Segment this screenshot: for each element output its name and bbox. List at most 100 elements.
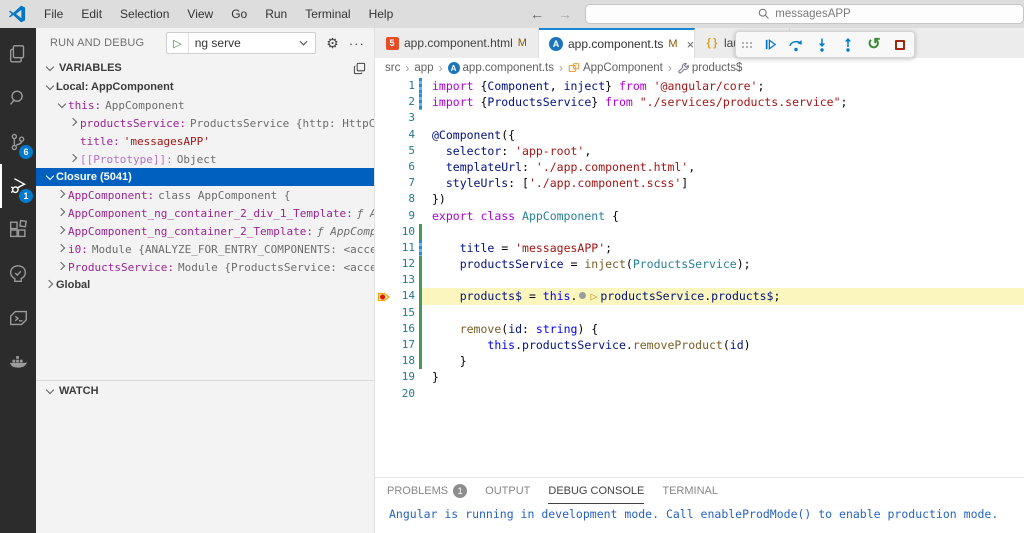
breakpoint-gutter[interactable] [375,191,393,207]
code-line-18[interactable]: 18 } [375,353,1024,369]
testing-icon[interactable] [0,252,36,296]
code-line-1[interactable]: 1import {Component, inject} from '@angul… [375,78,1024,94]
breakpoint-gutter[interactable] [375,321,393,337]
variables-row-appcomponent-ng-container-2-template[interactable]: AppComponent_ng_container_2_Template:ƒ A… [36,222,374,240]
source-control-icon[interactable]: 6 [0,120,36,164]
breakpoint-gutter[interactable] [375,175,393,191]
breakpoint-gutter[interactable] [375,353,393,369]
breakpoint-gutter[interactable] [375,143,393,159]
tab-output[interactable]: OUTPUT [485,478,530,504]
close-tab-icon[interactable]: × [687,37,695,52]
extensions-icon[interactable] [0,208,36,252]
variables-row-appcomponent[interactable]: AppComponent:class AppComponent { [36,186,374,204]
menu-file[interactable]: File [35,0,72,28]
variables-row-local-appcomponent[interactable]: Local: AppComponent [36,78,374,96]
menu-terminal[interactable]: Terminal [296,0,359,28]
code-line-6[interactable]: 6 templateUrl: './app.component.html', [375,159,1024,175]
breakpoint-gutter[interactable] [375,127,393,143]
breadcrumb-symbol[interactable]: products$ [677,62,743,74]
continue-button[interactable] [762,37,778,53]
back-arrow-icon[interactable]: ← [530,6,544,22]
docker-icon[interactable] [0,340,36,384]
breakpoint-gutter[interactable] [375,159,393,175]
run-and-debug-icon[interactable]: 1 [0,164,36,208]
code-line-7[interactable]: 7 styleUrls: ['./app.component.scss'] [375,175,1024,191]
menu-edit[interactable]: Edit [72,0,111,28]
variables-row-title[interactable]: title:'messagesAPP' [36,132,374,150]
tab-app-component-ts[interactable]: A app.component.ts M × [539,28,695,58]
launch-config-dropdown[interactable]: ▷ ng serve [166,32,316,54]
menu-selection[interactable]: Selection [111,0,178,28]
menu-go[interactable]: Go [222,0,256,28]
search-sidebar-icon[interactable] [0,76,36,120]
breakpoint-gutter[interactable] [375,305,393,321]
step-over-button[interactable] [788,37,804,53]
code-line-8[interactable]: 8}) [375,191,1024,207]
code-line-9[interactable]: 9export class AppComponent { [375,208,1024,224]
breakpoint-gutter[interactable] [375,110,393,126]
chevron-right-icon [56,225,68,237]
code-line-4[interactable]: 4@Component({ [375,127,1024,143]
breakpoint-gutter[interactable] [375,240,393,256]
breakpoint-gutter[interactable] [375,386,393,402]
breakpoint-gutter[interactable] [375,224,393,240]
watch-section-header[interactable]: WATCH [36,380,374,400]
code-line-2[interactable]: 2import {ProductsService} from "./servic… [375,94,1024,110]
variables-row-productsservice[interactable]: ProductsService:Module {ProductsService:… [36,258,374,276]
explorer-icon[interactable] [0,32,36,76]
tab-problems[interactable]: PROBLEMS 1 [387,478,467,504]
code-line-20[interactable]: 20 [375,386,1024,402]
breadcrumb-class[interactable]: AppComponent [568,62,663,74]
variables-row-global[interactable]: Global [36,276,374,294]
breakpoint-current-line-icon[interactable] [375,288,393,304]
menu-help[interactable]: Help [360,0,403,28]
terminal-icon[interactable] [0,296,36,340]
variables-row--prototype-[interactable]: [[Prototype]]:Object [36,150,374,168]
breakpoint-gutter[interactable] [375,272,393,288]
breakpoint-gutter[interactable] [375,337,393,353]
collapse-all-icon[interactable] [353,62,366,75]
variables-row-i0[interactable]: i0:Module {ANALYZE_FOR_ENTRY_COMPONENTS:… [36,240,374,258]
debug-gear-icon[interactable]: ⚙ [326,35,339,52]
code-line-17[interactable]: 17 this.productsService.removeProduct(id… [375,337,1024,353]
forward-arrow-icon[interactable]: → [558,6,572,22]
breakpoint-gutter[interactable] [375,369,393,385]
code-line-14[interactable]: 14 products$ = this.▷productsService.pro… [375,288,1024,304]
breadcrumb-src[interactable]: src [385,62,400,74]
code-editor[interactable]: 1import {Component, inject} from '@angul… [375,78,1024,477]
code-text [422,386,1024,402]
start-debug-icon[interactable]: ▷ [167,33,188,53]
code-line-10[interactable]: 10 [375,224,1024,240]
step-out-button[interactable] [840,37,856,53]
code-line-16[interactable]: 16 remove(id: string) { [375,321,1024,337]
code-line-12[interactable]: 12 productsService = inject(ProductsServ… [375,256,1024,272]
code-line-3[interactable]: 3 [375,110,1024,126]
variables-row-closure-5041-[interactable]: Closure (5041) [36,168,374,186]
code-line-5[interactable]: 5 selector: 'app-root', [375,143,1024,159]
tab-terminal[interactable]: TERMINAL [662,478,718,504]
tab-debug-console[interactable]: DEBUG CONSOLE [548,478,644,504]
breakpoint-gutter[interactable] [375,256,393,272]
breakpoint-gutter[interactable] [375,94,393,110]
variables-row-appcomponent-ng-container-2-div-1-template[interactable]: AppComponent_ng_container_2_div_1_Templa… [36,204,374,222]
restart-button[interactable]: ↺ [866,37,882,53]
variables-row-productsservice[interactable]: productsService:ProductsService {http: H… [36,114,374,132]
menu-view[interactable]: View [178,0,222,28]
stop-button[interactable] [892,37,908,53]
code-line-11[interactable]: 11 title = 'messagesAPP'; [375,240,1024,256]
variables-section-header[interactable]: VARIABLES [36,58,374,78]
code-line-15[interactable]: 15 [375,305,1024,321]
breadcrumb-file[interactable]: A app.component.ts [448,62,554,74]
step-into-button[interactable] [814,37,830,53]
breadcrumb-app[interactable]: app [414,62,433,74]
more-actions-button[interactable]: ··· [349,36,365,51]
tab-app-component-html[interactable]: 5 app.component.html M [375,28,539,58]
command-center-search[interactable]: messagesAPP [585,4,1024,24]
code-line-19[interactable]: 19} [375,369,1024,385]
menu-run[interactable]: Run [256,0,296,28]
toolbar-drag-handle[interactable] [742,38,752,52]
variables-row-this[interactable]: this:AppComponent [36,96,374,114]
code-line-13[interactable]: 13 [375,272,1024,288]
breakpoint-gutter[interactable] [375,208,393,224]
breakpoint-gutter[interactable] [375,78,393,94]
